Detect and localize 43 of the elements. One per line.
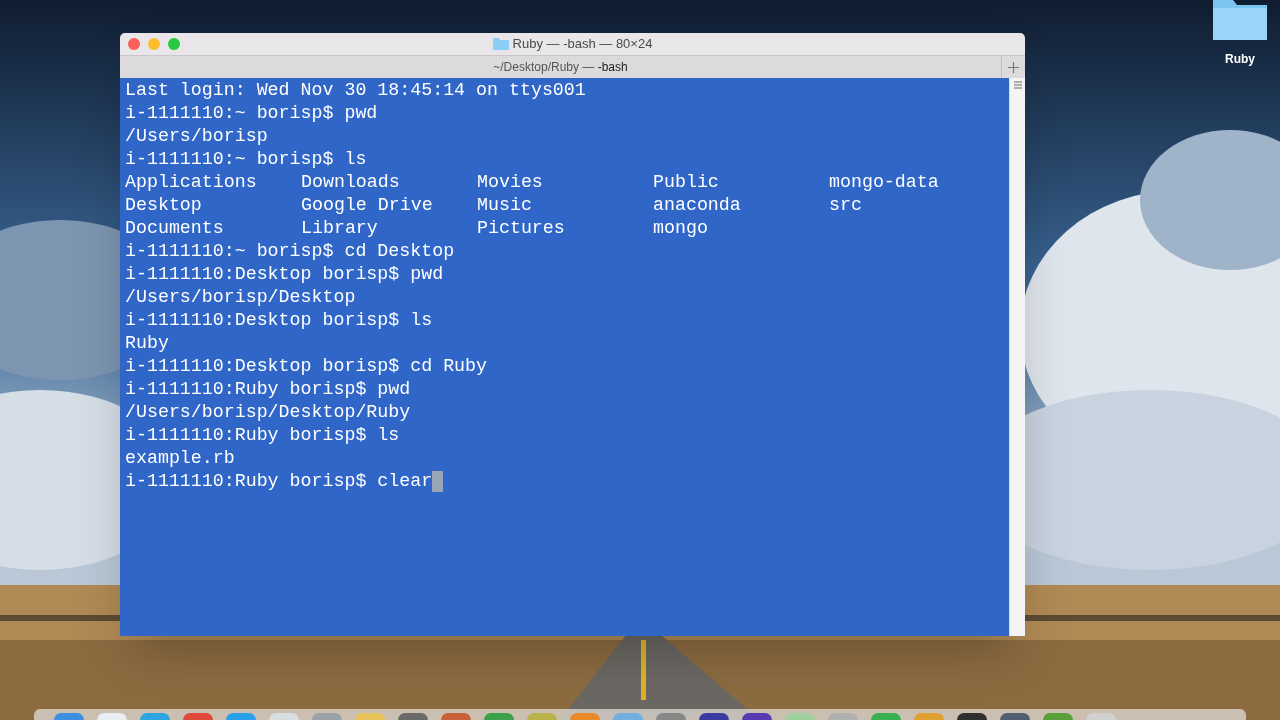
file-name: Library: [301, 218, 378, 238]
terminal-line: i-1111110:Desktop borisp$ cd Ruby: [125, 355, 488, 378]
terminal-line: i-1111110:~ borisp$ ls: [125, 148, 367, 171]
file-name: Pictures: [477, 218, 565, 238]
folder-icon[interactable]: [1213, 0, 1267, 40]
terminal-line: i-1111110:Ruby borisp$ pwd: [125, 378, 411, 401]
file-name: Applications: [125, 172, 257, 192]
terminal-line: Ruby: [125, 332, 169, 355]
file-name: Movies: [477, 172, 543, 192]
file-name: src: [829, 195, 862, 215]
file-name: Public: [653, 172, 719, 192]
folder-label: Ruby: [1225, 51, 1255, 68]
scroll-bar[interactable]: [1009, 78, 1025, 636]
terminal-line: i-1111110:~ borisp$ pwd: [125, 102, 378, 125]
terminal-line: example.rb: [125, 447, 235, 470]
file-name: Google Drive: [301, 195, 433, 215]
file-name: Desktop: [125, 195, 202, 215]
app-icon[interactable]: [699, 713, 729, 720]
menu-icon: [1013, 81, 1022, 89]
file-name: mongo: [653, 218, 708, 238]
window-title: Ruby — -bash — 80×24: [512, 35, 653, 54]
terminal-line: /Users/borisp: [125, 125, 268, 148]
close-button[interactable]: [128, 38, 140, 50]
terminal-line: /Users/borisp/Desktop: [125, 286, 356, 309]
file-name: anaconda: [653, 195, 741, 215]
plus-icon: [1008, 61, 1019, 73]
terminal-line: Last login: Wed Nov 30 18:45:14 on ttys001: [125, 79, 586, 102]
file-name: Documents: [125, 218, 224, 238]
terminal-line: i-1111110:Ruby borisp$ clear: [125, 470, 433, 493]
zoom-button[interactable]: [168, 38, 180, 50]
file-name: Downloads: [301, 172, 400, 192]
terminal-line: i-1111110:Ruby borisp$ ls: [125, 424, 400, 447]
terminal-line: i-1111110:~ borisp$ cd Desktop: [125, 240, 455, 263]
app-icon[interactable]: [742, 713, 772, 720]
terminal-line: /Users/borisp/Desktop/Ruby: [125, 401, 411, 424]
app-icon[interactable]: [1000, 713, 1030, 720]
app-icon[interactable]: [957, 713, 987, 720]
folder-icon: [492, 38, 509, 50]
file-name: Music: [477, 195, 532, 215]
terminal-line: i-1111110:Desktop borisp$ ls: [125, 309, 433, 332]
file-name: mongo-data: [829, 172, 939, 192]
terminal-line: i-1111110:Desktop borisp$ pwd: [125, 263, 444, 286]
minimize-button[interactable]: [148, 38, 160, 50]
